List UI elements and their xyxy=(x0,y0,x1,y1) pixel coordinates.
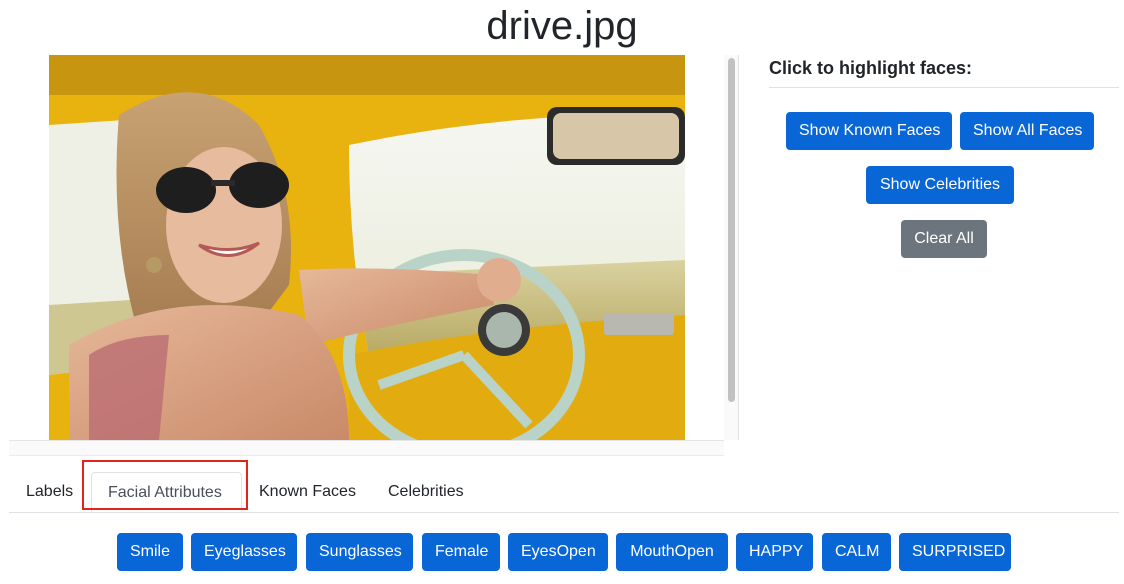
clear-all-button[interactable]: Clear All xyxy=(901,220,987,258)
attribute-female-button[interactable]: Female xyxy=(422,533,500,571)
attribute-mouth-open-button[interactable]: MouthOpen xyxy=(616,533,728,571)
tab-facial-attributes[interactable]: Facial Attributes xyxy=(91,472,242,512)
show-all-faces-button[interactable]: Show All Faces xyxy=(960,112,1094,150)
attribute-calm-button[interactable]: CALM xyxy=(822,533,891,571)
show-known-faces-button[interactable]: Show Known Faces xyxy=(786,112,952,150)
attribute-sunglasses-button[interactable]: Sunglasses xyxy=(306,533,413,571)
tab-labels[interactable]: Labels xyxy=(26,472,73,512)
image-viewer xyxy=(9,55,724,440)
attribute-surprised-button[interactable]: SURPRISED xyxy=(899,533,1011,571)
page-title: drive.jpg xyxy=(486,4,638,48)
tab-known-faces[interactable]: Known Faces xyxy=(259,472,356,512)
highlight-faces-heading: Click to highlight faces: xyxy=(769,55,1119,88)
attribute-eyeglasses-button[interactable]: Eyeglasses xyxy=(191,533,297,571)
attribute-smile-button[interactable]: Smile xyxy=(117,533,183,571)
attribute-happy-button[interactable]: HAPPY xyxy=(736,533,813,571)
photo-woman-driving xyxy=(49,55,685,440)
vertical-scrollbar-thumb[interactable] xyxy=(728,58,735,402)
highlight-faces-panel: Click to highlight faces: xyxy=(769,55,1119,88)
result-tabs: Labels Facial Attributes Known Faces Cel… xyxy=(9,464,1119,513)
horizontal-scrollbar[interactable] xyxy=(9,440,724,456)
attribute-eyes-open-button[interactable]: EyesOpen xyxy=(508,533,608,571)
tab-celebrities[interactable]: Celebrities xyxy=(388,472,464,512)
vertical-scrollbar[interactable] xyxy=(724,55,739,440)
show-celebrities-button[interactable]: Show Celebrities xyxy=(866,166,1014,204)
